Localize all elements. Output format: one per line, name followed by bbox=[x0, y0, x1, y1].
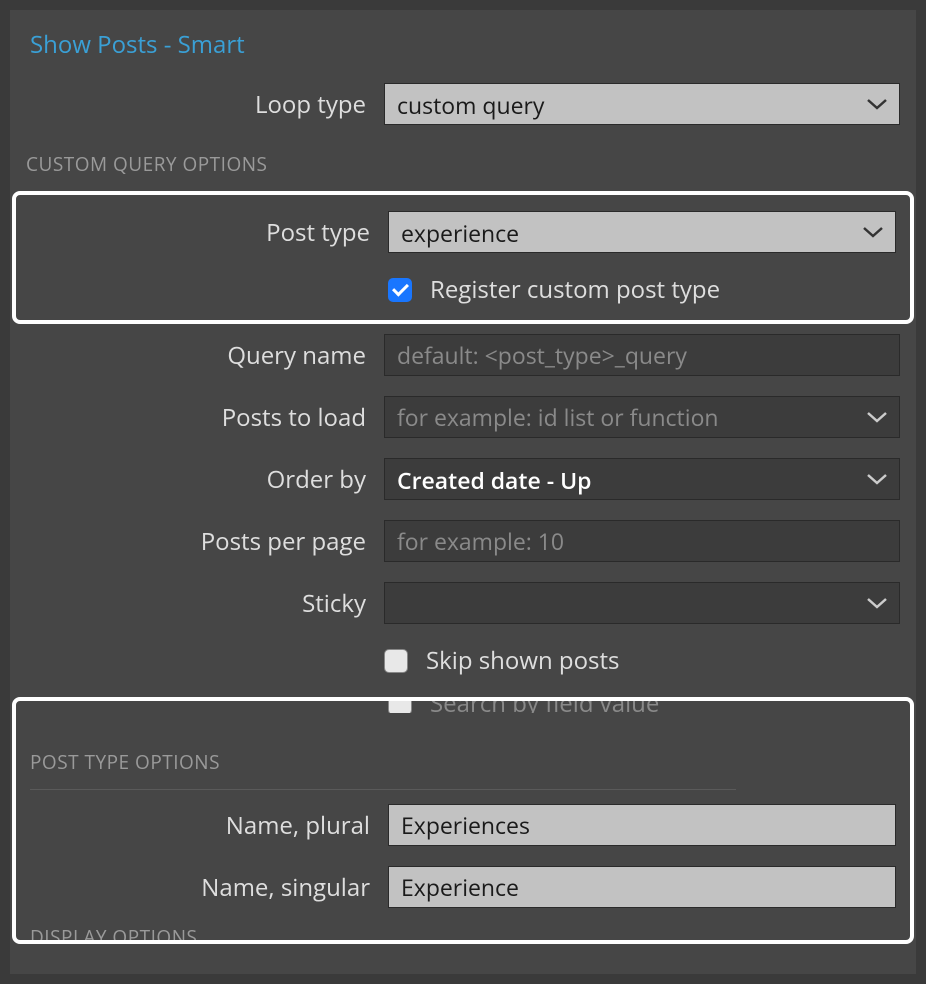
posts-per-page-label: Posts per page bbox=[26, 525, 366, 558]
posts-per-page-row: Posts per page bbox=[26, 520, 900, 562]
panel-title: Show Posts - Smart bbox=[26, 10, 900, 83]
loop-type-label: Loop type bbox=[26, 88, 366, 121]
loop-type-select[interactable]: custom query bbox=[384, 83, 900, 125]
post-type-options-highlight: Search by field value POST TYPE OPTIONS … bbox=[12, 697, 914, 944]
settings-panel: Show Posts - Smart Loop type custom quer… bbox=[10, 10, 916, 974]
post-type-label: Post type bbox=[30, 216, 370, 249]
order-by-label: Order by bbox=[26, 463, 366, 496]
posts-per-page-input[interactable] bbox=[384, 520, 900, 562]
name-plural-label: Name, plural bbox=[30, 809, 370, 842]
query-name-label: Query name bbox=[26, 339, 366, 372]
skip-shown-label[interactable]: Skip shown posts bbox=[426, 644, 619, 677]
section-divider bbox=[30, 789, 736, 790]
name-plural-input[interactable] bbox=[388, 804, 896, 846]
search-by-field-row: Search by field value bbox=[30, 697, 896, 713]
name-plural-row: Name, plural bbox=[30, 804, 896, 846]
order-by-row: Order by Created date - Up bbox=[26, 458, 900, 500]
posts-to-load-input[interactable] bbox=[384, 396, 900, 438]
register-cpt-row: Register custom post type bbox=[30, 273, 896, 306]
sticky-row: Sticky bbox=[26, 582, 900, 624]
name-singular-label: Name, singular bbox=[30, 871, 370, 904]
post-type-row: Post type experience bbox=[30, 211, 896, 253]
order-by-select[interactable]: Created date - Up bbox=[384, 458, 900, 500]
posts-to-load-label: Posts to load bbox=[26, 401, 366, 434]
register-cpt-checkbox[interactable] bbox=[388, 278, 412, 302]
sticky-select[interactable] bbox=[384, 582, 900, 624]
custom-query-section-header: CUSTOM QUERY OPTIONS bbox=[26, 145, 900, 181]
search-by-field-checkbox[interactable] bbox=[388, 697, 412, 713]
skip-shown-checkbox[interactable] bbox=[384, 649, 408, 673]
post-type-options-section-header: POST TYPE OPTIONS bbox=[30, 743, 896, 779]
posts-to-load-row: Posts to load bbox=[26, 396, 900, 438]
post-type-select[interactable]: experience bbox=[388, 211, 896, 253]
loop-type-row: Loop type custom query bbox=[26, 83, 900, 125]
post-type-highlight: Post type experience Register custom pos… bbox=[12, 191, 914, 324]
name-singular-input[interactable] bbox=[388, 866, 896, 908]
name-singular-row: Name, singular bbox=[30, 866, 896, 908]
query-name-input[interactable] bbox=[384, 334, 900, 376]
display-options-section-header: DISPLAY OPTIONS bbox=[30, 924, 197, 944]
sticky-label: Sticky bbox=[26, 587, 366, 620]
search-by-field-label[interactable]: Search by field value bbox=[430, 697, 659, 713]
register-cpt-label[interactable]: Register custom post type bbox=[430, 273, 720, 306]
skip-shown-row: Skip shown posts bbox=[26, 644, 900, 677]
query-name-row: Query name bbox=[26, 334, 900, 376]
